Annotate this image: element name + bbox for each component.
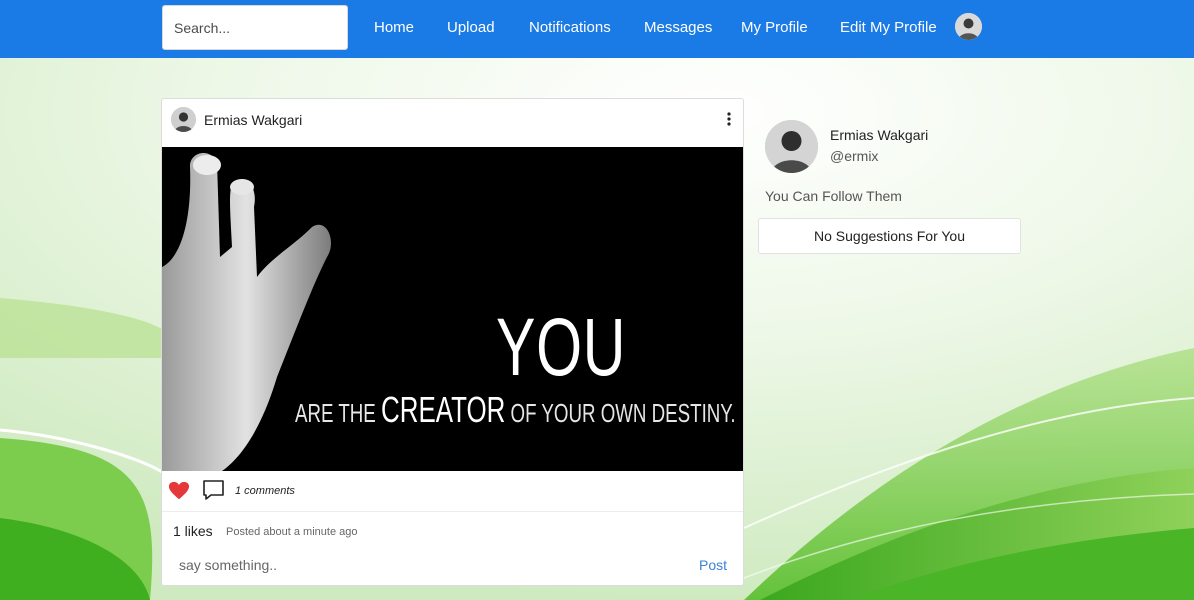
profile-avatar[interactable]	[765, 120, 818, 173]
image-text-part3: OF YOUR OWN DESTINY.	[510, 398, 736, 428]
nav-my-profile[interactable]: My Profile	[741, 18, 808, 37]
follow-suggestions-heading: You Can Follow Them	[765, 188, 902, 204]
search-input[interactable]	[162, 5, 348, 50]
post-image: YOU ARE THE CREATOR OF YOUR OWN DESTINY.	[162, 147, 743, 471]
profile-handle: @ermix	[830, 148, 879, 164]
posted-time: Posted about a minute ago	[226, 526, 358, 538]
comment-icon[interactable]	[202, 479, 225, 501]
comment-input[interactable]	[172, 551, 686, 579]
post-comment-button[interactable]: Post	[699, 557, 727, 573]
nav-messages[interactable]: Messages	[644, 18, 712, 37]
user-avatar[interactable]	[955, 13, 982, 40]
nav-home[interactable]: Home	[374, 18, 414, 37]
likes-count: 1 likes	[173, 523, 213, 539]
post-author-avatar[interactable]	[171, 107, 196, 132]
comments-count[interactable]: 1 comments	[235, 485, 295, 497]
image-text-line: ARE THE CREATOR OF YOUR OWN DESTINY.	[295, 392, 736, 430]
post-actions: 1 comments	[162, 474, 743, 510]
post-card: Ermias Wakgari YOU ARE THE CREATOR OF YO…	[161, 98, 744, 586]
no-suggestions-box: No Suggestions For You	[758, 218, 1021, 254]
nav-upload[interactable]: Upload	[447, 18, 495, 37]
heart-icon[interactable]	[168, 480, 190, 502]
top-navbar: Home Upload Notifications Messages My Pr…	[0, 0, 1194, 58]
post-author-name[interactable]: Ermias Wakgari	[204, 112, 302, 128]
divider	[162, 511, 743, 512]
nav-notifications[interactable]: Notifications	[529, 18, 611, 37]
image-text-part1: ARE THE	[295, 398, 376, 428]
image-text-creator: CREATOR	[381, 389, 506, 430]
vertical-dots-icon[interactable]	[722, 110, 736, 128]
image-text-you: YOU	[496, 302, 627, 393]
nav-edit-my-profile[interactable]: Edit My Profile	[840, 18, 937, 37]
profile-name[interactable]: Ermias Wakgari	[830, 127, 928, 143]
